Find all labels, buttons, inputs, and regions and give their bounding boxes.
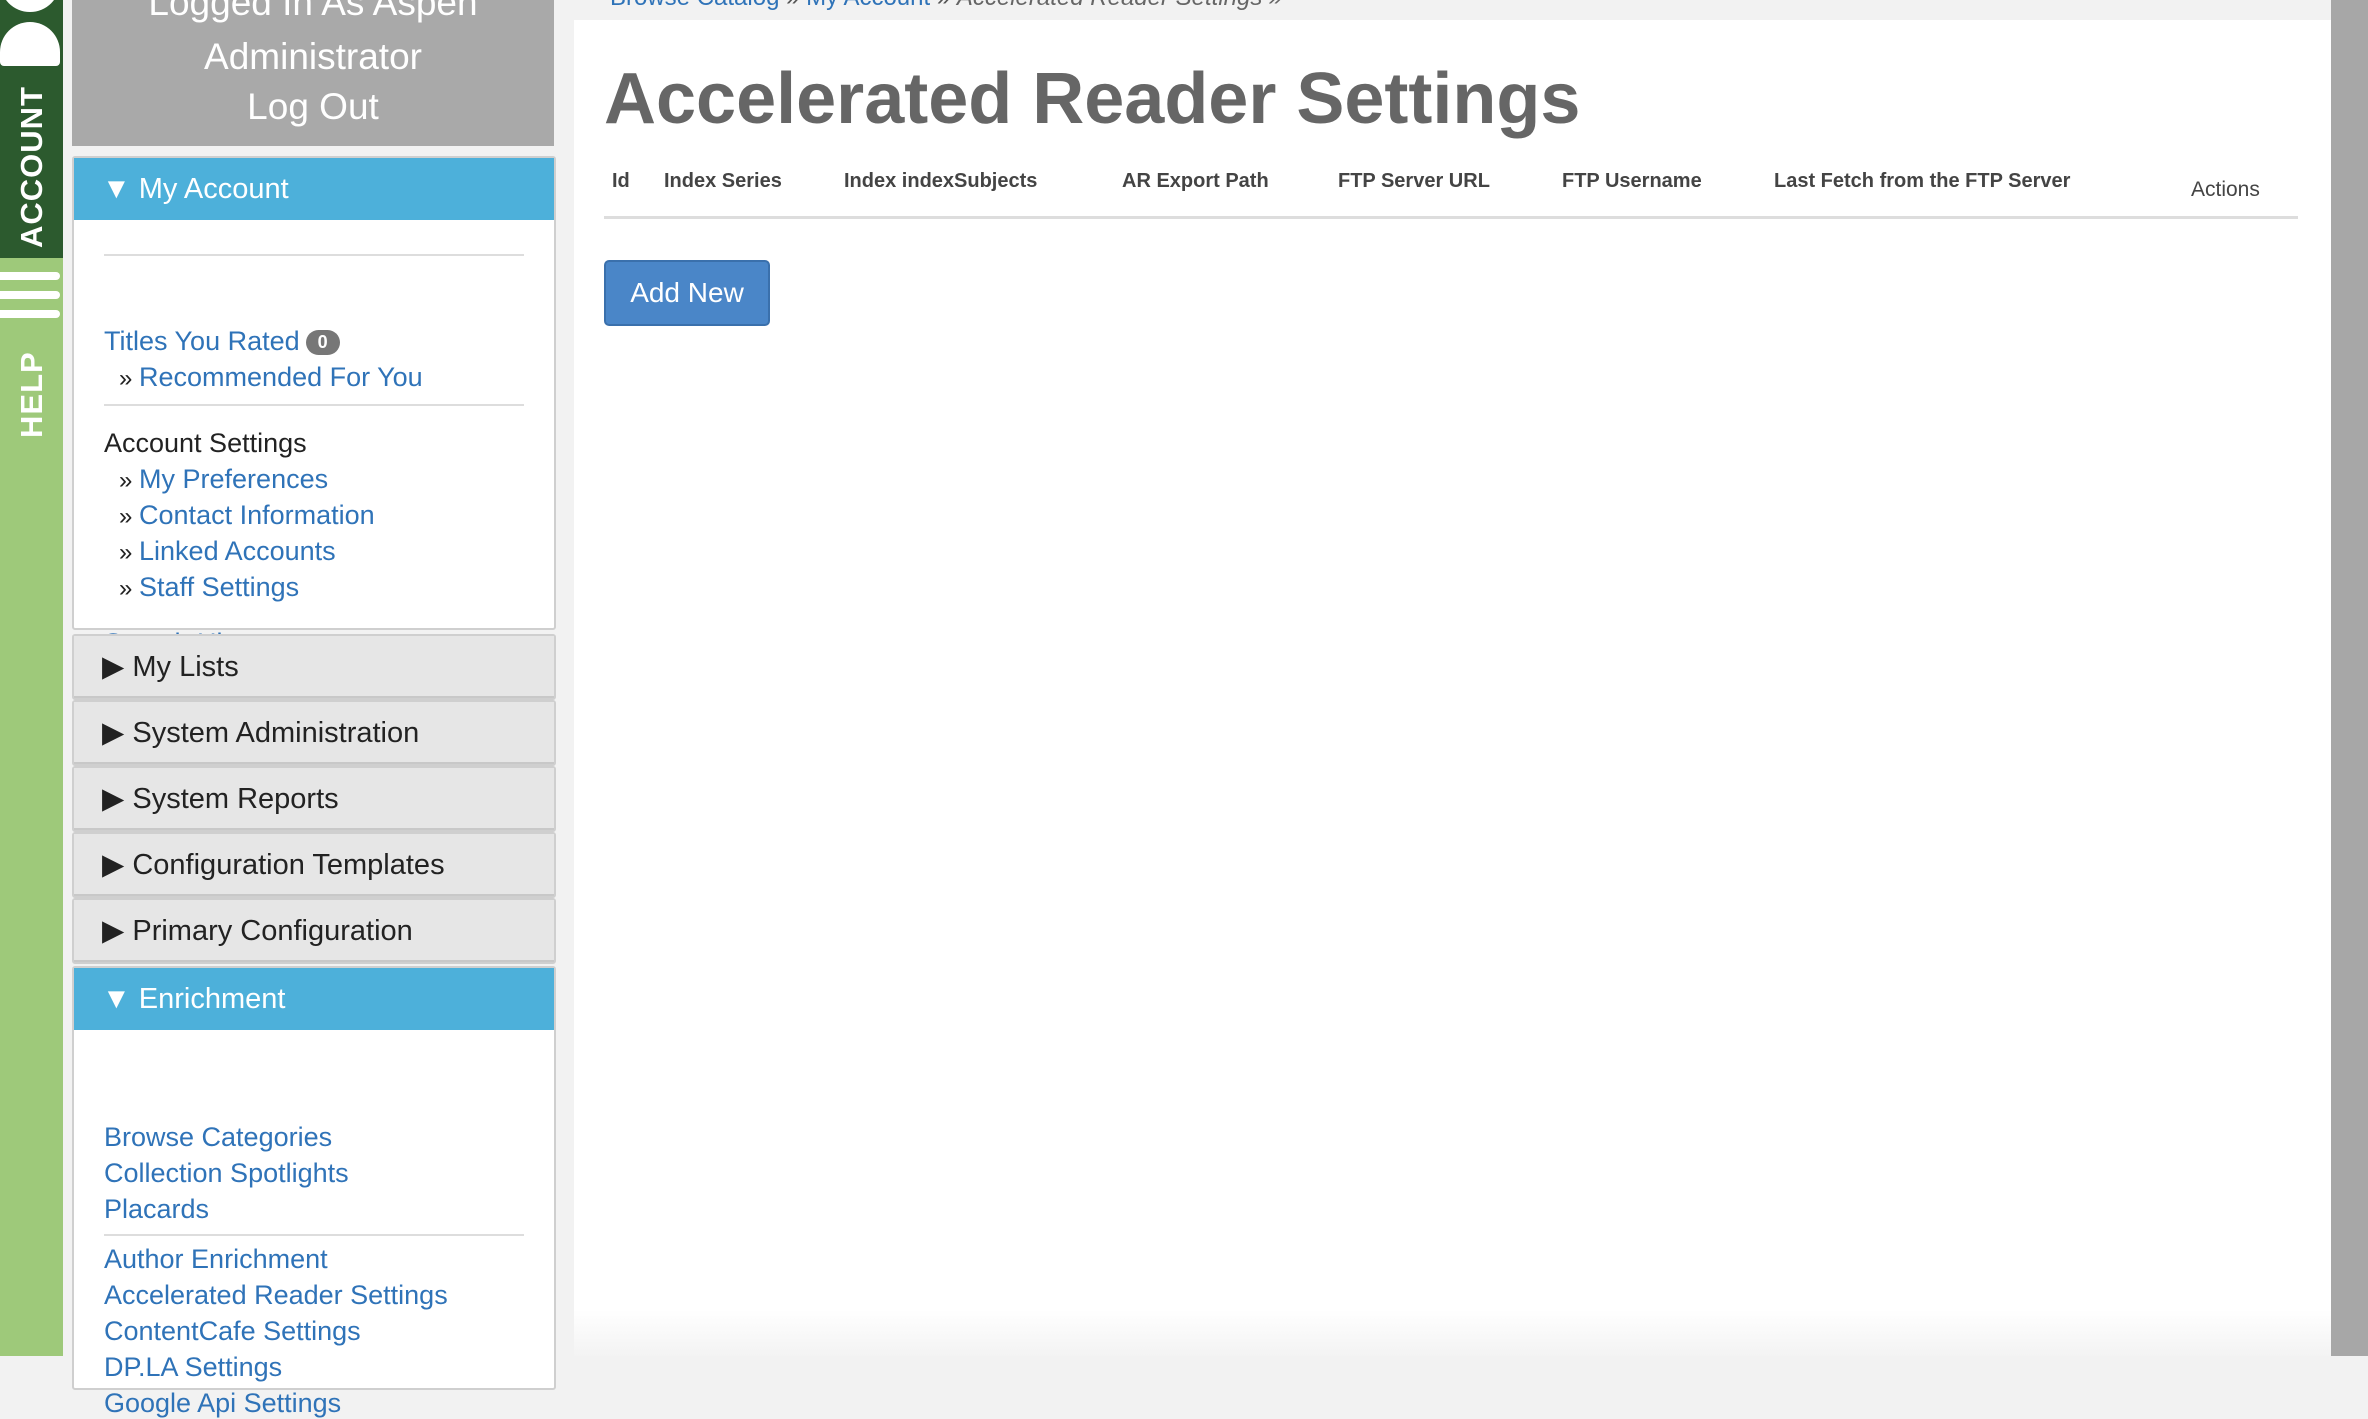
breadcrumb-separator: » xyxy=(930,0,957,11)
column-header-last-fetch[interactable]: Last Fetch from the FTP Server xyxy=(1774,170,2070,193)
account-user-icon-body xyxy=(0,22,60,66)
titles-you-rated-label: Titles You Rated xyxy=(104,326,300,356)
my-account-panel: ▼ My Account Titles You Rated 0 » Recomme… xyxy=(72,156,556,658)
column-header-ar-export-path[interactable]: AR Export Path xyxy=(1122,170,1269,193)
column-header-index-subjects[interactable]: Index indexSubjects xyxy=(844,170,1037,193)
my-lists-header[interactable]: ▶ My Lists xyxy=(74,636,554,698)
bottom-fade xyxy=(574,1310,2331,1356)
column-header-ftp-server-url[interactable]: FTP Server URL xyxy=(1338,170,1490,193)
author-enrichment-link[interactable]: Author Enrichment xyxy=(104,1244,328,1275)
settings-item: » Staff Settings xyxy=(119,572,299,603)
divider xyxy=(104,1234,524,1236)
column-header-id[interactable]: Id xyxy=(612,170,630,193)
bullet: » xyxy=(119,575,133,602)
add-new-button[interactable]: Add New xyxy=(604,260,770,326)
table-header-rule xyxy=(604,216,2298,219)
accelerated-reader-settings-link[interactable]: Accelerated Reader Settings xyxy=(104,1280,448,1311)
logged-in-as: Logged In As Aspen xyxy=(148,0,478,23)
system-reports-panel: ▶ System Reports xyxy=(72,766,556,832)
divider xyxy=(104,254,524,256)
configuration-templates-header[interactable]: ▶ Configuration Templates xyxy=(74,834,554,896)
contentcafe-settings-link[interactable]: ContentCafe Settings xyxy=(104,1316,361,1347)
browse-categories-link[interactable]: Browse Categories xyxy=(104,1122,332,1153)
account-tab[interactable]: ACCOUNT xyxy=(0,0,63,258)
bullet: » xyxy=(119,365,133,392)
my-account-header[interactable]: ▼ My Account xyxy=(74,158,554,220)
my-preferences-link[interactable]: My Preferences xyxy=(139,464,328,494)
enrichment-header[interactable]: ▼ Enrichment xyxy=(74,968,554,1030)
bullet: » xyxy=(119,539,133,566)
login-status: Logged In As Aspen Administrator Log Out xyxy=(72,0,554,146)
column-header-actions: Actions xyxy=(2191,178,2260,201)
placards-link[interactable]: Placards xyxy=(104,1194,209,1225)
help-menu-icon xyxy=(0,272,60,329)
system-administration-panel: ▶ System Administration xyxy=(72,700,556,766)
help-tab-label: HELP xyxy=(14,351,49,438)
linked-accounts-link[interactable]: Linked Accounts xyxy=(139,536,336,566)
side-tab-strip: ACCOUNT HELP xyxy=(0,0,63,1356)
account-tab-label: ACCOUNT xyxy=(14,86,49,248)
system-administration-header[interactable]: ▶ System Administration xyxy=(74,702,554,764)
staff-settings-link[interactable]: Staff Settings xyxy=(139,572,299,602)
bullet: » xyxy=(119,503,133,530)
right-gutter xyxy=(2331,0,2368,1356)
google-api-settings-link[interactable]: Google Api Settings xyxy=(104,1388,341,1419)
recommended-for-you-link[interactable]: Recommended For You xyxy=(139,362,423,392)
enrichment-panel: ▼ Enrichment Browse Categories Collectio… xyxy=(72,966,556,1418)
breadcrumb-browse-catalog[interactable]: Browse Catalog xyxy=(610,0,779,11)
my-lists-panel: ▶ My Lists xyxy=(72,634,556,700)
breadcrumb-current: Accelerated Reader Settings » xyxy=(957,0,1283,11)
account-settings-label: Account Settings xyxy=(104,428,307,458)
system-reports-header[interactable]: ▶ System Reports xyxy=(74,768,554,830)
configuration-templates-panel: ▶ Configuration Templates xyxy=(72,832,556,898)
main-content: Accelerated Reader Settings Id Index Ser… xyxy=(574,20,2331,1356)
logged-in-role: Administrator xyxy=(204,36,422,77)
primary-configuration-panel: ▶ Primary Configuration xyxy=(72,898,556,964)
page-title: Accelerated Reader Settings xyxy=(604,59,1581,139)
breadcrumb-my-account[interactable]: My Account xyxy=(806,0,930,11)
account-user-icon xyxy=(0,0,60,12)
bullet: » xyxy=(119,467,133,494)
logout-link[interactable]: Log Out xyxy=(72,82,554,132)
breadcrumb: Browse Catalog » My Account » Accelerate… xyxy=(610,0,1282,12)
settings-item: » Contact Information xyxy=(119,500,375,531)
column-header-index-series[interactable]: Index Series xyxy=(664,170,782,193)
column-header-ftp-username[interactable]: FTP Username xyxy=(1562,170,1702,193)
settings-item: » My Preferences xyxy=(119,464,328,495)
recommended-item: » Recommended For You xyxy=(119,362,423,393)
collection-spotlights-link[interactable]: Collection Spotlights xyxy=(104,1158,349,1189)
divider xyxy=(104,404,524,406)
breadcrumb-separator: » xyxy=(779,0,806,11)
titles-you-rated-link[interactable]: Titles You Rated 0 xyxy=(104,326,340,357)
titles-rated-count-badge: 0 xyxy=(305,330,340,356)
dpla-settings-link[interactable]: DP.LA Settings xyxy=(104,1352,282,1383)
contact-information-link[interactable]: Contact Information xyxy=(139,500,375,530)
settings-item: » Linked Accounts xyxy=(119,536,336,567)
primary-configuration-header[interactable]: ▶ Primary Configuration xyxy=(74,900,554,962)
